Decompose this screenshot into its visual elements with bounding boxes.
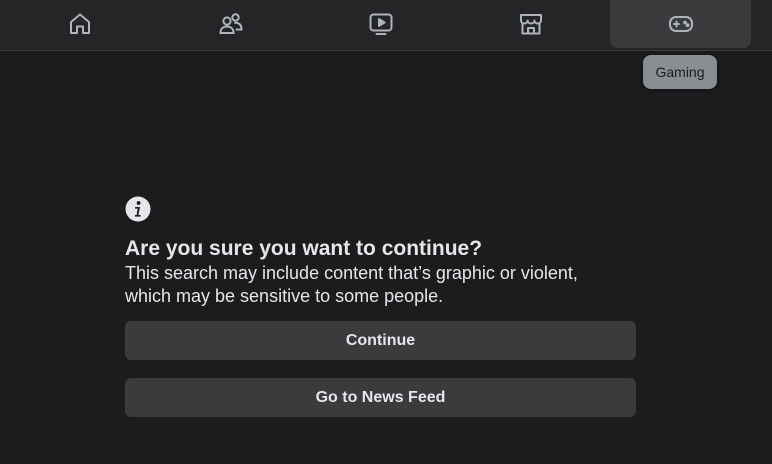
dialog-title: Are you sure you want to continue?: [125, 237, 483, 260]
info-icon: [125, 196, 151, 222]
nav-tab-gaming[interactable]: [610, 0, 751, 48]
friends-icon: [218, 13, 243, 34]
continue-button[interactable]: Continue: [125, 321, 636, 360]
watch-icon: [369, 13, 392, 35]
top-navigation-bar: [0, 0, 772, 51]
nav-tab-marketplace[interactable]: [460, 0, 601, 48]
nav-tab-friends[interactable]: [160, 0, 301, 48]
marketplace-icon: [519, 14, 542, 35]
go-to-news-feed-button[interactable]: Go to News Feed: [125, 378, 636, 417]
dialog-body-line: This search may include content that’s g…: [125, 263, 578, 283]
dialog-body: This search may include content that’s g…: [125, 262, 636, 308]
gaming-tooltip: Gaming: [643, 55, 717, 89]
nav-tab-home[interactable]: [9, 0, 150, 48]
dialog-body-line: which may be sensitive to some people.: [125, 286, 444, 306]
sensitive-content-warning: Are you sure you want to continue? This …: [125, 196, 636, 417]
nav-tab-watch[interactable]: [310, 0, 451, 48]
gaming-icon: [668, 16, 693, 32]
home-icon: [69, 13, 90, 34]
